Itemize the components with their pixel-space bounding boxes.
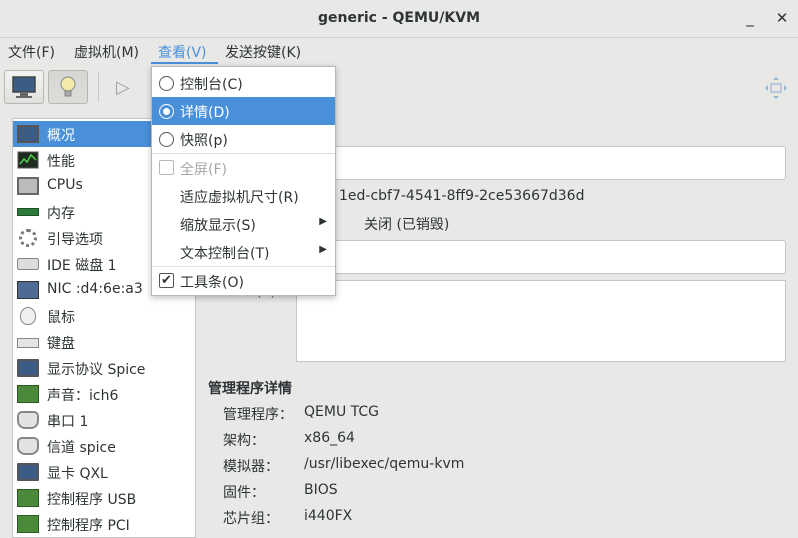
chipset-value: i440FX	[304, 508, 353, 524]
sidebar-item-label: 控制程序 PCI	[47, 518, 130, 534]
menu-item-snapshots[interactable]: 快照(p)	[152, 125, 335, 153]
run-icon[interactable]: ▷	[116, 77, 130, 98]
radio-icon	[159, 76, 174, 91]
menu-item-fullscreen: 全屏(F)	[152, 154, 335, 182]
emulator-label: 模拟器：	[223, 459, 279, 475]
status-value: 关闭 (已销毁)	[364, 217, 450, 233]
firmware-label: 固件：	[223, 485, 265, 501]
name-field[interactable]: eric	[296, 146, 786, 180]
sidebar-item-controller-usb[interactable]: 控制程序 USB	[13, 485, 195, 511]
menu-item-label: 控制台(C)	[180, 77, 243, 93]
fullscreen-move-icon[interactable]	[764, 76, 788, 100]
cpu-chip-icon	[17, 177, 39, 195]
sidebar-item-label: CPUs	[47, 177, 83, 193]
menu-item-resize-to-vm[interactable]: 适应虚拟机尺寸(R)	[152, 182, 335, 210]
network-card-icon	[17, 281, 39, 299]
keyboard-icon	[17, 338, 39, 348]
menu-file[interactable]: 文件(F)	[8, 42, 55, 62]
menu-item-text-console[interactable]: 文本控制台(T) ▶	[152, 238, 335, 266]
hypervisor-label: 管理程序：	[223, 407, 293, 423]
sidebar-item-channel[interactable]: 信道 spice	[13, 433, 195, 459]
emulator-value: /usr/libexec/qemu-kvm	[304, 456, 465, 472]
sidebar-item-label: 串口 1	[47, 414, 89, 430]
chipset-label: 芯片组：	[223, 511, 279, 527]
menu-item-label: 快照(p)	[180, 133, 228, 149]
radio-icon	[159, 132, 174, 147]
menu-item-label: 全屏(F)	[180, 162, 227, 178]
window-title: generic - QEMU/KVM	[317, 10, 481, 26]
hard-disk-icon	[17, 258, 39, 270]
sidebar-item-label: 引导选项	[47, 232, 103, 248]
sidebar-item-label: 概况	[47, 128, 75, 144]
display-monitor-icon	[17, 359, 39, 377]
hypervisor-value: QEMU TCG	[304, 404, 379, 420]
menu-view[interactable]: 查看(V)	[158, 42, 207, 62]
title-field[interactable]	[296, 240, 786, 274]
sidebar-item-label: NIC :d4:6e:a3	[47, 281, 143, 297]
menu-item-details[interactable]: 详情(D)	[152, 97, 335, 125]
checkmark-icon: ✔	[159, 273, 174, 288]
menu-item-label: 缩放显示(S)	[180, 218, 256, 234]
menu-item-label: 详情(D)	[180, 105, 230, 121]
console-monitor-icon	[12, 76, 36, 98]
hypervisor-section-title: 管理程序详情	[208, 381, 292, 397]
sidebar-item-label: 内存	[47, 206, 75, 222]
checkbox-icon	[159, 160, 174, 175]
pci-controller-icon	[17, 515, 39, 533]
uuid-value: 1ed-cbf7-4541-8ff9-2ce53667d36d	[339, 188, 585, 204]
radio-selected-icon	[159, 104, 174, 119]
sidebar-item-label: 声音：ich6	[47, 388, 119, 404]
sidebar-item-controller-pci[interactable]: 控制程序 PCI	[13, 511, 195, 537]
sidebar-item-label: 鼠标	[47, 310, 75, 326]
sidebar-item-keyboard[interactable]: 键盘	[13, 329, 195, 355]
toolbar: ▷	[0, 64, 798, 112]
menu-item-label: 工具条(O)	[180, 275, 244, 291]
sidebar-item-sound[interactable]: 声音：ich6	[13, 381, 195, 407]
sidebar-item-label: 显卡 QXL	[47, 466, 108, 482]
minimize-button[interactable]: _	[740, 8, 760, 28]
serial-port-icon	[17, 411, 39, 429]
description-textarea[interactable]	[296, 280, 786, 362]
monitor-icon	[17, 125, 39, 143]
menu-item-label: 适应虚拟机尺寸(R)	[180, 190, 299, 206]
sidebar-item-serial[interactable]: 串口 1	[13, 407, 195, 433]
sidebar-item-label: IDE 磁盘 1	[47, 258, 117, 274]
sidebar-item-label: 信道 spice	[47, 440, 116, 456]
sidebar-item-display-spice[interactable]: 显示协议 Spice	[13, 355, 195, 381]
usb-controller-icon	[17, 489, 39, 507]
sidebar-item-video[interactable]: 显卡 QXL	[13, 459, 195, 485]
menu-bar: 文件(F) 虚拟机(M) 查看(V) 发送按键(K)	[0, 38, 798, 64]
sidebar-item-label: 键盘	[47, 336, 75, 352]
sidebar-item-label: 显示协议 Spice	[47, 362, 146, 378]
submenu-arrow-icon: ▶	[319, 216, 327, 227]
video-card-icon	[17, 463, 39, 481]
menu-item-scale-display[interactable]: 缩放显示(S) ▶	[152, 210, 335, 238]
toolbar-separator	[98, 72, 99, 102]
menu-item-console[interactable]: 控制台(C)	[152, 69, 335, 97]
architecture-label: 架构：	[223, 433, 265, 449]
view-menu-dropdown: 控制台(C) 详情(D) 快照(p) 全屏(F) 适应虚拟机尺寸(R) 缩放显示…	[151, 66, 336, 296]
lightbulb-icon	[60, 76, 76, 97]
sidebar-item-mouse[interactable]: 鼠标	[13, 303, 195, 329]
sidebar-item-label: 控制程序 USB	[47, 492, 137, 508]
menu-item-toolbar[interactable]: ✔ 工具条(O)	[152, 267, 335, 295]
firmware-value: BIOS	[304, 482, 338, 498]
sidebar-item-label: 性能	[47, 154, 75, 170]
menu-send-key[interactable]: 发送按键(K)	[225, 42, 301, 62]
memory-module-icon	[17, 208, 39, 216]
boot-options-gear-icon	[19, 229, 37, 247]
menu-virtual-machine[interactable]: 虚拟机(M)	[74, 42, 139, 62]
mouse-icon	[20, 307, 36, 325]
sound-card-icon	[17, 385, 39, 403]
channel-port-icon	[17, 437, 39, 455]
architecture-value: x86_64	[304, 430, 355, 446]
submenu-arrow-icon: ▶	[319, 244, 327, 255]
performance-monitor-icon	[17, 151, 39, 169]
title-bar: generic - QEMU/KVM _ ✕	[0, 0, 798, 38]
show-console-button[interactable]	[4, 70, 44, 104]
menu-item-label: 文本控制台(T)	[180, 246, 270, 262]
show-details-button[interactable]	[48, 70, 88, 104]
close-button[interactable]: ✕	[772, 8, 792, 28]
